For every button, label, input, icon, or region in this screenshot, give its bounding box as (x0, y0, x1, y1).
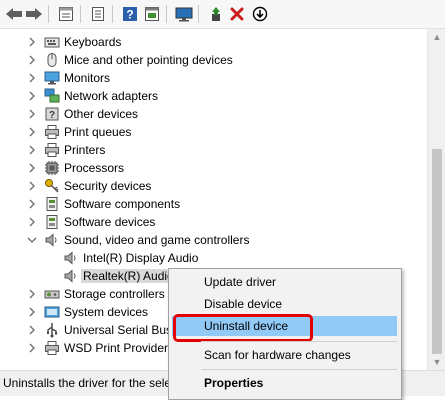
security-key-icon (45, 179, 59, 193)
chevron-right-icon[interactable] (26, 306, 38, 318)
menu-item-update-driver[interactable]: Update driver (204, 275, 276, 289)
enable-device-icon[interactable] (206, 4, 226, 24)
keyboard-icon (44, 37, 60, 48)
tree-item-mice[interactable]: Mice and other pointing devices (0, 51, 427, 69)
tree-item-software-devices[interactable]: Software devices (0, 213, 427, 231)
tree-item-security-devices[interactable]: Security devices (0, 177, 427, 195)
svg-text:?: ? (126, 8, 133, 22)
tree-item-intel-display-audio[interactable]: Intel(R) Display Audio (0, 249, 427, 267)
toolbar-separator (112, 5, 113, 23)
tree-item-processors[interactable]: Processors (0, 159, 427, 177)
other-devices-icon: ? (45, 107, 59, 121)
tree-item-label: Storage controllers (64, 287, 165, 301)
tree-item-sound-video-game[interactable]: Sound, video and game controllers (0, 231, 427, 249)
chevron-right-icon[interactable] (26, 108, 38, 120)
tree-item-label: Software devices (64, 215, 156, 229)
tree-item-network-adapters[interactable]: Network adapters (0, 87, 427, 105)
tree-item-label: Printers (64, 143, 106, 157)
context-menu: Update driver Disable device Uninstall d… (168, 268, 402, 400)
back-arrow-icon[interactable] (4, 4, 24, 24)
software-icon (46, 197, 58, 211)
tree-item-other-devices[interactable]: ? Other devices (0, 105, 427, 123)
toolbar-separator (48, 5, 49, 23)
processor-icon (45, 161, 59, 175)
software-icon (46, 215, 58, 229)
tree-item-label: System devices (64, 305, 149, 319)
chevron-right-icon[interactable] (26, 72, 38, 84)
tree-item-label: Realtek(R) Audio (81, 269, 176, 283)
properties-icon[interactable] (56, 4, 76, 24)
chevron-right-icon[interactable] (26, 324, 38, 336)
printer-icon (45, 143, 59, 157)
network-icon (44, 88, 60, 103)
scroll-down-arrow-icon[interactable]: ▼ (428, 354, 445, 370)
tree-item-label: Monitors (64, 71, 111, 85)
speaker-icon (64, 251, 76, 265)
chevron-right-icon[interactable] (26, 180, 38, 192)
scrollbar-thumb[interactable] (432, 149, 442, 354)
tree-item-label: Software components (64, 197, 181, 211)
chevron-right-icon[interactable] (26, 288, 38, 300)
help-icon[interactable]: ? (120, 4, 140, 24)
mouse-icon (47, 53, 57, 67)
tree-item-label: Sound, video and game controllers (64, 233, 250, 247)
chevron-right-icon[interactable] (26, 162, 38, 174)
tree-item-monitors[interactable]: Monitors (0, 69, 427, 87)
tree-item-label: Other devices (64, 107, 139, 121)
chevron-right-icon[interactable] (26, 198, 38, 210)
menu-item-properties[interactable]: Properties (204, 376, 263, 390)
tree-item-label: Intel(R) Display Audio (83, 251, 199, 265)
speaker-icon (64, 269, 76, 283)
menu-item-scan-hardware[interactable]: Scan for hardware changes (204, 348, 351, 362)
tree-item-label: Processors (64, 161, 125, 175)
storage-icon (44, 290, 60, 299)
chevron-right-icon[interactable] (26, 36, 38, 48)
document-icon[interactable] (88, 4, 108, 24)
toolbar-separator (198, 5, 199, 23)
system-icon (44, 306, 60, 318)
annotation-red-box (173, 314, 313, 342)
monitor-icon (44, 71, 60, 85)
tree-item-label: Keyboards (64, 35, 122, 49)
chevron-right-icon[interactable] (26, 342, 38, 354)
usb-icon (47, 323, 58, 338)
toolbar: ? (0, 0, 445, 29)
download-circle-icon[interactable] (250, 4, 270, 24)
toolbar-separator (166, 5, 167, 23)
tree-item-print-queues[interactable]: Print queues (0, 123, 427, 141)
vertical-scrollbar[interactable]: ▲ ▼ (427, 29, 445, 370)
tree-item-label: WSD Print Provider (64, 341, 169, 355)
printer-icon (45, 341, 59, 355)
scroll-up-arrow-icon[interactable]: ▲ (428, 29, 445, 45)
uninstall-x-icon[interactable] (227, 4, 247, 24)
chevron-right-icon[interactable] (26, 126, 38, 138)
menu-item-disable-device[interactable]: Disable device (204, 297, 282, 311)
forward-arrow-icon[interactable] (24, 4, 44, 24)
chevron-right-icon[interactable] (26, 216, 38, 228)
chevron-right-icon[interactable] (26, 144, 38, 156)
svg-text:?: ? (49, 110, 55, 121)
chevron-down-icon[interactable] (26, 234, 38, 246)
chevron-right-icon[interactable] (26, 54, 38, 66)
tree-item-label: Security devices (64, 179, 152, 193)
tree-item-label: Universal Serial Bus (64, 323, 173, 337)
chevron-right-icon[interactable] (26, 90, 38, 102)
tree-item-label: Mice and other pointing devices (64, 53, 233, 67)
menu-separator (201, 369, 397, 370)
tree-item-software-components[interactable]: Software components (0, 195, 427, 213)
tree-item-label: Network adapters (64, 89, 159, 103)
update-driver-icon[interactable] (142, 4, 162, 24)
tree-item-keyboards[interactable]: Keyboards (0, 33, 427, 51)
speaker-icon (45, 233, 57, 247)
printer-icon (45, 125, 59, 139)
monitor-scan-icon[interactable] (174, 4, 194, 24)
tree-item-label: Print queues (64, 125, 132, 139)
tree-item-printers[interactable]: Printers (0, 141, 427, 159)
toolbar-separator (80, 5, 81, 23)
menu-separator (201, 341, 397, 342)
